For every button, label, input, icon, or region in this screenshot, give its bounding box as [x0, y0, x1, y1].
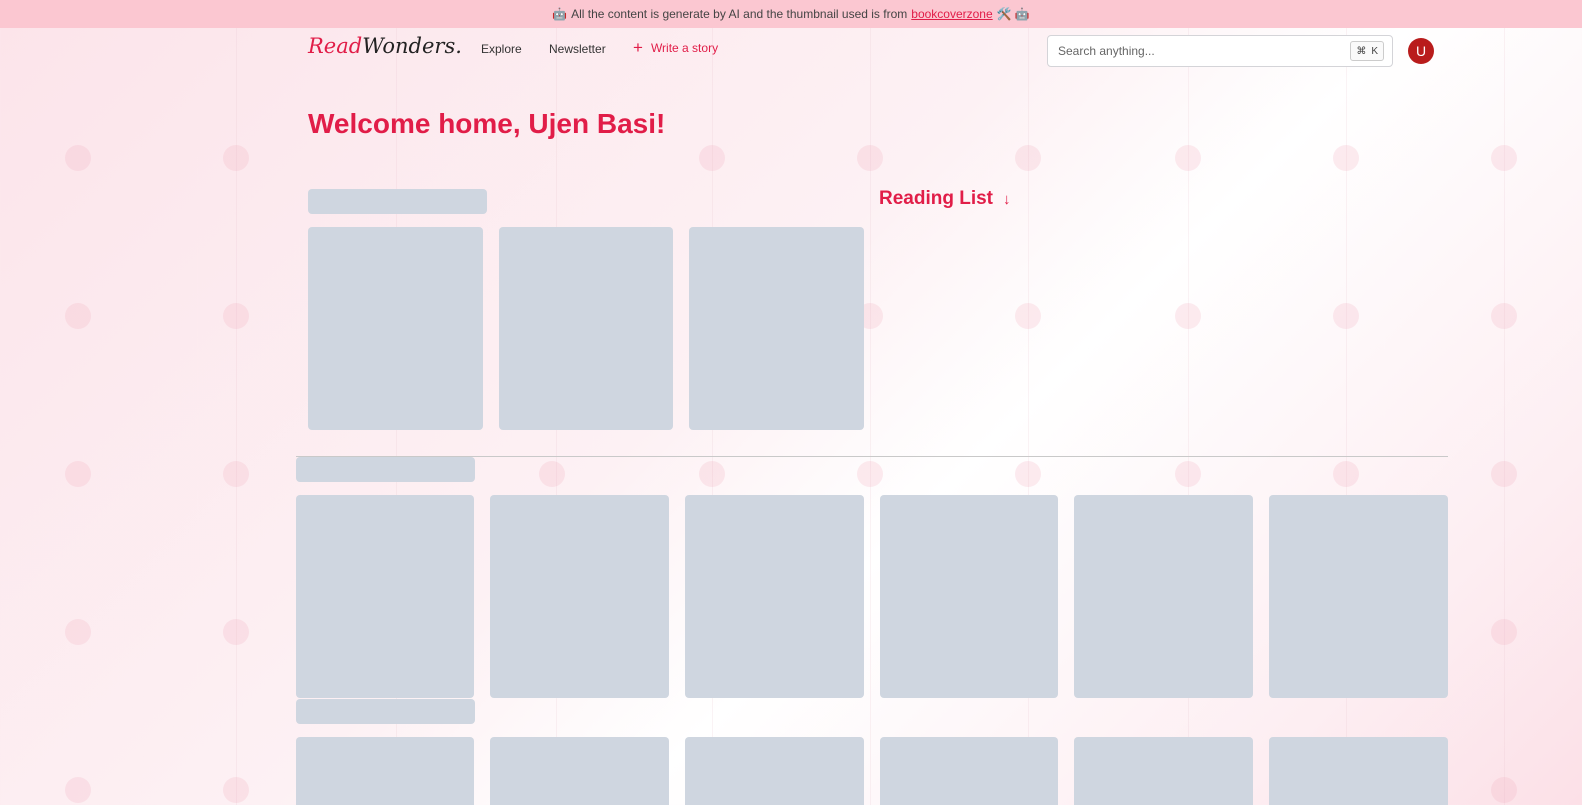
skeleton-book-card	[490, 495, 669, 698]
nav-newsletter[interactable]: Newsletter	[549, 42, 606, 56]
skeleton-book-card	[308, 227, 483, 430]
skeleton-book-card	[490, 737, 669, 805]
skeleton-book-card	[1074, 737, 1253, 805]
bookcoverzone-link[interactable]: bookcoverzone	[911, 7, 992, 21]
reading-list-heading[interactable]: Reading List ↓	[879, 188, 1011, 210]
skeleton-book-card	[689, 227, 864, 430]
reading-list-label: Reading List	[879, 188, 994, 209]
skeleton-book-card	[880, 495, 1058, 698]
skeleton-book-card	[499, 227, 673, 430]
ai-notice-banner: 🤖 All the content is generate by AI and …	[0, 0, 1582, 28]
user-avatar[interactable]: U	[1408, 38, 1434, 64]
keyboard-shortcut-badge: ⌘ K	[1350, 41, 1384, 61]
shortcut-key: K	[1371, 45, 1378, 57]
site-logo[interactable]: ReadWonders.	[308, 34, 462, 58]
skeleton-book-card	[1269, 495, 1448, 698]
write-story-button[interactable]: + Write a story	[633, 38, 719, 57]
write-story-label: Write a story	[650, 41, 719, 55]
command-icon: ⌘	[1356, 45, 1367, 57]
skeleton-book-card	[1074, 495, 1253, 698]
plus-icon: +	[633, 38, 643, 57]
logo-read: Read	[308, 34, 363, 58]
search-input[interactable]	[1058, 44, 1351, 58]
skeleton-section-title	[308, 189, 487, 214]
skeleton-book-card	[296, 495, 474, 698]
skeleton-book-card	[880, 737, 1058, 805]
skeleton-book-card	[685, 495, 864, 698]
banner-text: All the content is generate by AI and th…	[571, 7, 908, 21]
skeleton-book-card	[296, 737, 474, 805]
skeleton-book-card	[685, 737, 864, 805]
robot-icon: 🤖	[552, 7, 568, 21]
nav-explore[interactable]: Explore	[481, 42, 522, 56]
tools-robot-icon: 🛠️ 🤖	[996, 7, 1030, 21]
page-title: Welcome home, Ujen Basi!	[308, 108, 666, 139]
logo-wonders: Wonders.	[362, 34, 462, 58]
skeleton-section-title	[296, 457, 475, 482]
arrow-down-icon: ↓	[1003, 190, 1011, 208]
skeleton-section-title	[296, 699, 475, 724]
search-box[interactable]: ⌘ K	[1047, 35, 1393, 67]
skeleton-book-card	[1269, 737, 1448, 805]
